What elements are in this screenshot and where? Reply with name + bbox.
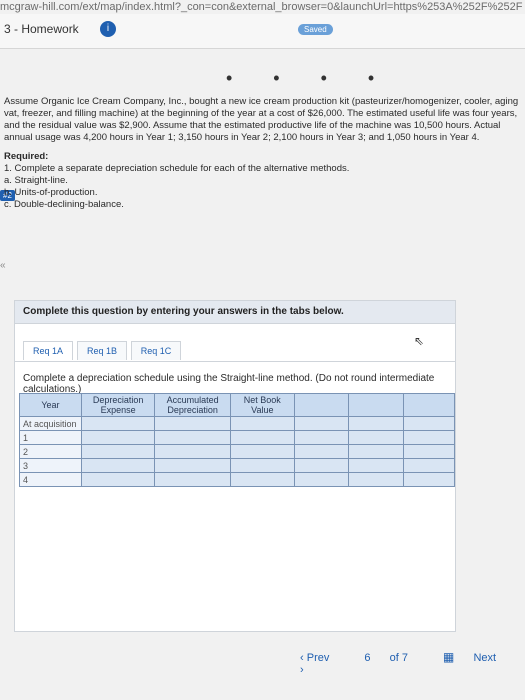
extra-input[interactable] (402, 416, 456, 431)
problem-statement: Assume Organic Ice Cream Company, Inc., … (4, 96, 519, 211)
answer-panel: Complete this question by entering your … (14, 300, 456, 632)
row-label: 3 (19, 458, 82, 473)
depreciation-input[interactable] (80, 458, 156, 473)
instruction-text: Complete a depreciation schedule using t… (23, 373, 435, 395)
table-row: 1 (19, 430, 456, 445)
tab-req-1c[interactable]: Req 1C (131, 341, 181, 360)
col-header-net-book-value: Net Book Value (229, 393, 295, 417)
homework-title[interactable]: 3 - Homework (4, 22, 79, 36)
page-current: 6 (364, 652, 371, 664)
net-book-value-input[interactable] (229, 430, 295, 445)
mouse-cursor-icon: ⇖ (414, 334, 425, 348)
extra-input[interactable] (293, 444, 350, 459)
extra-input[interactable] (402, 458, 456, 473)
net-book-value-input[interactable] (229, 444, 295, 459)
depreciation-schedule-table: Year Depreciation Expense Accumulated De… (19, 393, 456, 487)
method-item: a. Straight-line. (4, 175, 68, 186)
prev-button[interactable]: ‹ Prev (300, 652, 345, 664)
extra-input[interactable] (348, 430, 404, 445)
extra-input[interactable] (402, 444, 456, 459)
net-book-value-input[interactable] (229, 458, 295, 473)
accumulated-input[interactable] (154, 430, 231, 445)
table-row: 4 (19, 472, 456, 487)
depreciation-input[interactable] (80, 430, 156, 445)
tab-req-1a[interactable]: Req 1A (23, 341, 73, 360)
accumulated-input[interactable] (154, 416, 231, 431)
row-label: 4 (19, 472, 82, 487)
pagination-nav: ‹ Prev 6 of 7 ▦ Next › (300, 650, 525, 676)
net-book-value-input[interactable] (229, 416, 295, 431)
depreciation-input[interactable] (80, 444, 156, 459)
depreciation-input[interactable] (80, 472, 156, 487)
extra-input[interactable] (293, 416, 350, 431)
col-header-blank (293, 393, 350, 417)
col-header-blank (348, 393, 404, 417)
info-icon[interactable]: i (100, 21, 116, 37)
extra-input[interactable] (348, 444, 404, 459)
saved-badge: Saved (298, 24, 333, 35)
page-indicator: 6 of 7 (364, 652, 424, 664)
required-heading: Required: (4, 151, 49, 162)
row-label: 2 (19, 444, 82, 459)
tab-divider (15, 361, 455, 362)
col-header-accumulated-depreciation: Accumulated Depreciation (154, 393, 231, 417)
extra-input[interactable] (402, 430, 456, 445)
grid-icon[interactable]: ▦ (443, 650, 454, 664)
browser-url-strip: mcgraw-hill.com/ext/map/index.html?_con=… (0, 1, 523, 13)
extra-input[interactable] (348, 416, 404, 431)
method-item: c. Double-declining-balance. (4, 199, 124, 210)
progress-dots: • • • • (226, 68, 393, 88)
row-label: At acquisition (19, 416, 82, 431)
extra-input[interactable] (402, 472, 456, 487)
panel-heading: Complete this question by entering your … (15, 301, 455, 324)
method-item: b. Units-of-production. (4, 187, 98, 198)
net-book-value-input[interactable] (229, 472, 295, 487)
table-row: 2 (19, 444, 456, 459)
col-header-depreciation-expense: Depreciation Expense (80, 393, 156, 417)
col-header-blank (402, 393, 456, 417)
table-row: At acquisition (19, 416, 456, 431)
tab-req-1b[interactable]: Req 1B (77, 341, 127, 360)
accumulated-input[interactable] (154, 458, 231, 473)
extra-input[interactable] (348, 458, 404, 473)
table-row: 3 (19, 458, 456, 473)
problem-intro: Assume Organic Ice Cream Company, Inc., … (4, 96, 519, 143)
extra-input[interactable] (348, 472, 404, 487)
required-text: 1. Complete a separate depreciation sche… (4, 163, 350, 174)
accumulated-input[interactable] (154, 444, 231, 459)
page-total: of 7 (389, 652, 408, 664)
extra-input[interactable] (293, 430, 350, 445)
row-label: 1 (19, 430, 82, 445)
accumulated-input[interactable] (154, 472, 231, 487)
extra-input[interactable] (293, 472, 350, 487)
extra-input[interactable] (293, 458, 350, 473)
col-header-year: Year (19, 393, 82, 417)
side-marker-icon: « (0, 260, 6, 271)
next-label: Next (473, 652, 497, 664)
depreciation-input[interactable] (80, 416, 156, 431)
top-bar: 3 - Homework i Saved (0, 14, 525, 49)
prev-label: Prev (306, 652, 330, 664)
